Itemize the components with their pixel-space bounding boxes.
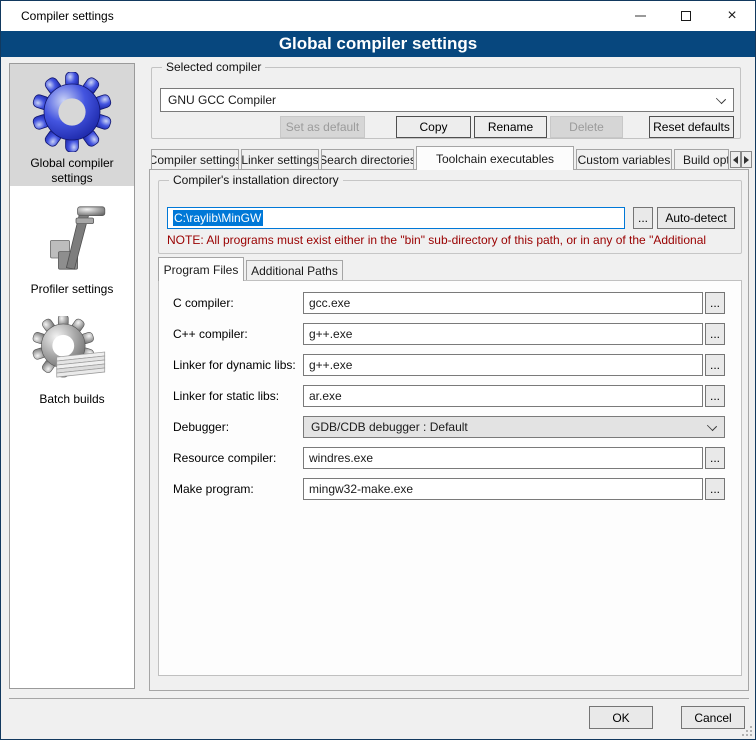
installation-directory-group-label: Compiler's installation directory	[169, 173, 343, 187]
c-compiler-input[interactable]: gcc.exe	[303, 292, 703, 314]
cpp-compiler-input[interactable]: g++.exe	[303, 323, 703, 345]
maximize-icon	[681, 11, 691, 21]
compiler-select-value: GNU GCC Compiler	[168, 93, 276, 107]
sidebar-item-label: Batch builds	[10, 390, 134, 415]
make-program-value: mingw32-make.exe	[309, 482, 413, 496]
resize-grip[interactable]	[742, 726, 752, 736]
gear-stack-icon	[32, 316, 112, 388]
selected-compiler-group-label: Selected compiler	[162, 60, 265, 74]
footer-divider	[9, 698, 749, 699]
tab-additional-paths[interactable]: Additional Paths	[246, 260, 343, 280]
set-as-default-button[interactable]: Set as default	[280, 116, 365, 138]
cpp-compiler-browse-button[interactable]: ...	[705, 323, 725, 345]
rename-button[interactable]: Rename	[474, 116, 547, 138]
tab-compiler-settings[interactable]: Compiler settings	[151, 149, 239, 169]
close-button[interactable]: ×	[709, 1, 755, 31]
static-linker-input[interactable]: ar.exe	[303, 385, 703, 407]
c-compiler-label: C compiler:	[173, 296, 234, 310]
chevron-down-icon	[717, 93, 726, 102]
sidebar-item-label: Profiler settings	[10, 280, 134, 305]
gear-blue-icon	[32, 72, 112, 152]
close-icon: ×	[727, 8, 736, 24]
make-program-label: Make program:	[173, 482, 254, 496]
program-files-panel: C compiler: gcc.exe ... C++ compiler: g+…	[158, 280, 742, 676]
maximize-button[interactable]	[663, 1, 709, 31]
sidebar-item-global-compiler-settings[interactable]: Global compiler settings	[10, 64, 134, 186]
dynamic-linker-input[interactable]: g++.exe	[303, 354, 703, 376]
resource-compiler-browse-button[interactable]: ...	[705, 447, 725, 469]
sidebar-item-profiler-settings[interactable]: Profiler settings	[10, 194, 134, 302]
title-bar[interactable]: Compiler settings ×	[1, 1, 755, 31]
tab-custom-variables[interactable]: Custom variables	[576, 149, 672, 169]
resource-compiler-value: windres.exe	[309, 451, 373, 465]
c-compiler-value: gcc.exe	[309, 296, 350, 310]
tab-build-options[interactable]: Build options	[674, 149, 729, 169]
chevron-down-icon	[708, 420, 717, 429]
triangle-left-icon	[733, 156, 738, 164]
triangle-right-icon	[744, 156, 749, 164]
browse-directory-button[interactable]: ...	[633, 207, 653, 229]
compiler-settings-dialog: Compiler settings × Global compiler sett…	[0, 0, 756, 740]
installation-directory-group: Compiler's installation directory C:\ray…	[158, 180, 742, 254]
make-program-browse-button[interactable]: ...	[705, 478, 725, 500]
minimize-icon	[635, 15, 646, 17]
selected-compiler-group: Selected compiler GNU GCC Compiler Set a…	[151, 67, 741, 139]
delete-button[interactable]: Delete	[550, 116, 623, 138]
ok-button[interactable]: OK	[589, 706, 653, 729]
static-linker-label: Linker for static libs:	[173, 389, 279, 403]
installation-directory-value: C:\raylib\MinGW	[173, 210, 263, 226]
resource-compiler-input[interactable]: windres.exe	[303, 447, 703, 469]
tab-scroll-right-button[interactable]	[741, 151, 752, 168]
copy-button[interactable]: Copy	[396, 116, 471, 138]
installation-directory-input[interactable]: C:\raylib\MinGW	[167, 207, 625, 229]
dynamic-linker-browse-button[interactable]: ...	[705, 354, 725, 376]
bin-subdirectory-note: NOTE: All programs must exist either in …	[167, 233, 741, 247]
auto-detect-button[interactable]: Auto-detect	[657, 207, 735, 229]
tab-search-directories[interactable]: Search directories	[321, 149, 414, 169]
toolchain-executables-panel: Compiler's installation directory C:\ray…	[149, 169, 749, 691]
cpp-compiler-label: C++ compiler:	[173, 327, 248, 341]
cancel-button[interactable]: Cancel	[681, 706, 745, 729]
reset-defaults-button[interactable]: Reset defaults	[649, 116, 734, 138]
static-linker-browse-button[interactable]: ...	[705, 385, 725, 407]
compiler-select[interactable]: GNU GCC Compiler	[160, 88, 734, 112]
dynamic-linker-value: g++.exe	[309, 358, 352, 372]
tab-scroll-left-button[interactable]	[730, 151, 741, 168]
tab-program-files[interactable]: Program Files	[158, 257, 244, 281]
resource-compiler-label: Resource compiler:	[173, 451, 276, 465]
static-linker-value: ar.exe	[309, 389, 342, 403]
cpp-compiler-value: g++.exe	[309, 327, 352, 341]
sidebar-item-label: Global compiler settings	[10, 154, 134, 194]
debugger-label: Debugger:	[173, 420, 229, 434]
minimize-button[interactable]	[617, 1, 663, 31]
make-program-input[interactable]: mingw32-make.exe	[303, 478, 703, 500]
tab-linker-settings[interactable]: Linker settings	[241, 149, 319, 169]
window-title: Compiler settings	[21, 9, 114, 23]
tab-toolchain-executables[interactable]: Toolchain executables	[416, 146, 574, 170]
dynamic-linker-label: Linker for dynamic libs:	[173, 358, 296, 372]
sidebar-item-batch-builds[interactable]: Batch builds	[10, 308, 134, 416]
debugger-select[interactable]: GDB/CDB debugger : Default	[303, 416, 725, 438]
settings-sidebar: Global compiler settings Profiler settin…	[9, 63, 135, 689]
caliper-icon	[36, 202, 108, 278]
debugger-value: GDB/CDB debugger : Default	[311, 420, 468, 434]
c-compiler-browse-button[interactable]: ...	[705, 292, 725, 314]
page-title: Global compiler settings	[1, 31, 755, 57]
